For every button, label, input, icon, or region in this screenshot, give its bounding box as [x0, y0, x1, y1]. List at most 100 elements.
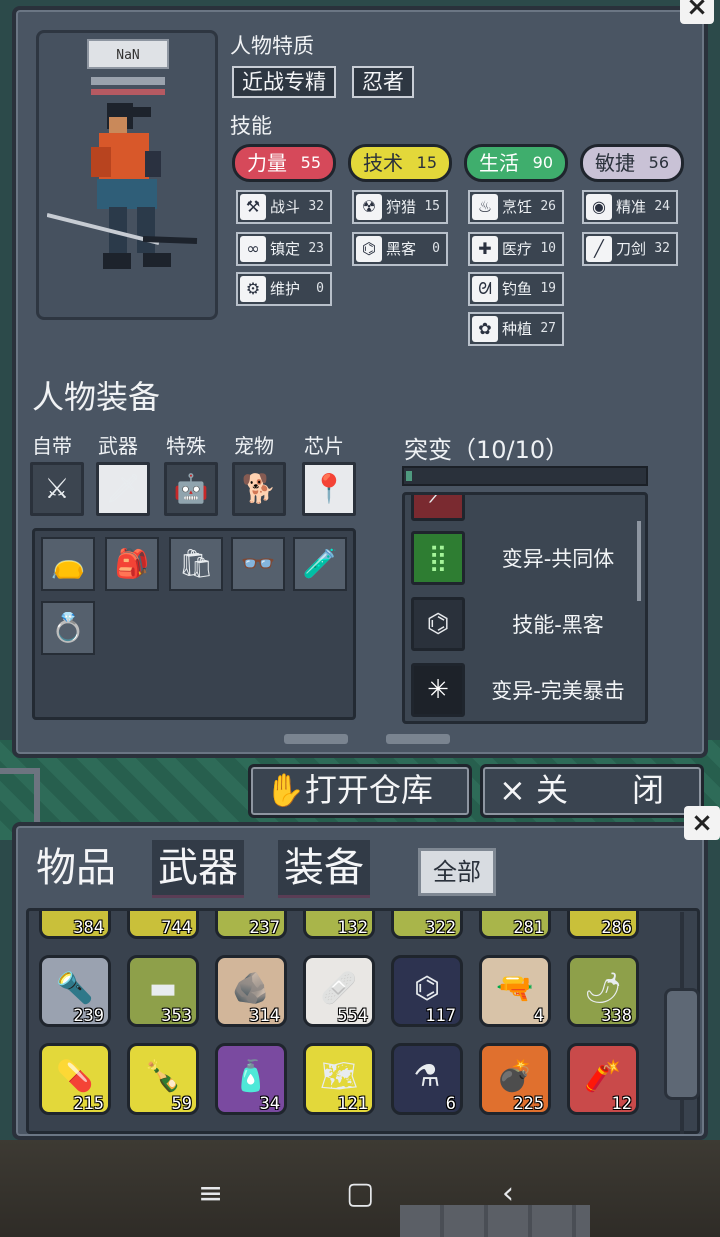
medkit-icon: 🩹	[320, 971, 358, 1006]
mutation-label: 变异-完美暴击	[491, 679, 625, 703]
skill-cooking[interactable]: ♨ 烹饪 26	[468, 190, 564, 224]
inventory-item[interactable]: 281	[479, 911, 551, 939]
item-quantity: 286	[601, 918, 632, 938]
item-quantity: 384	[73, 918, 104, 938]
inventory-item[interactable]: 💣 225	[479, 1043, 551, 1115]
inventory-item[interactable]: 286	[567, 911, 639, 939]
mutation-item[interactable]: ⌬ 技能-黑客	[411, 595, 637, 653]
skill-label: 钓鱼	[502, 280, 533, 298]
syringe-icon: 💊	[56, 1059, 94, 1094]
inventory-item[interactable]: 237	[215, 911, 287, 939]
inventory-item[interactable]: 🧨 12	[567, 1043, 639, 1115]
pot-icon: ♨	[472, 194, 498, 220]
inventory-close-icon[interactable]: ×	[684, 806, 720, 840]
item-quantity: 225	[513, 1094, 544, 1114]
skill-farming[interactable]: ✿ 种植 27	[468, 312, 564, 346]
mutation-item-partial[interactable]: ⟋	[411, 495, 637, 523]
skill-label: 镇定	[270, 240, 301, 258]
inventory-item[interactable]: 744	[127, 911, 199, 939]
inventory-item[interactable]: 🪨 314	[215, 955, 287, 1027]
mutation-label: 变异-共同体	[501, 547, 615, 571]
inventory-item[interactable]: 🌶 338	[567, 955, 639, 1027]
inventory-panel: 物品 武器 装备 全部 384 744 237 132 322 281 286 🔦 239 ▬ 3…	[12, 822, 708, 1140]
skill-hacking[interactable]: ⌬ 黑客 0	[352, 232, 448, 266]
item-quantity: 338	[601, 1006, 632, 1026]
item-quantity: 314	[249, 1006, 280, 1026]
slot-label-weapon: 武器	[98, 434, 138, 458]
slot-special[interactable]: 🤖	[164, 462, 218, 516]
close-icon[interactable]: ×	[680, 0, 714, 24]
inventory-item[interactable]: 🍾 59	[127, 1043, 199, 1115]
inventory-item[interactable]: 🔫 4	[479, 955, 551, 1027]
slot-weapon[interactable]: 🗡	[96, 462, 150, 516]
mutation-list[interactable]: ⟋ ⣿ 变异-共同体 ⌬ 技能-黑客 ✳ 变异-完美暴击	[402, 492, 648, 724]
inventory-item[interactable]: 🔦 239	[39, 955, 111, 1027]
stat-technique[interactable]: 技术 15	[348, 144, 452, 182]
pipe	[0, 768, 40, 828]
claws-icon: ⚔	[44, 472, 70, 505]
inventory-item[interactable]: 322	[391, 911, 463, 939]
inventory-item[interactable]: ▬ 353	[127, 955, 199, 1027]
skill-hunting[interactable]: ☢ 狩猎 15	[352, 190, 448, 224]
item-grid[interactable]: 384 744 237 132 322 281 286 🔦 239 ▬ 353 🪨 314 🩹 554 ⌬ 1…	[26, 908, 700, 1134]
item-quantity: 12	[611, 1094, 632, 1114]
mutation-scrollbar[interactable]	[637, 521, 641, 601]
menu-icon[interactable]: ≡	[198, 1176, 223, 1211]
robot-icon: 🤖	[173, 472, 209, 505]
tab-equipment[interactable]: 装备	[278, 840, 370, 898]
filter-all-button[interactable]: 全部	[418, 848, 496, 896]
open-storage-button[interactable]: ✋打开仓库	[248, 764, 472, 818]
baton-icon: 🔦	[56, 971, 94, 1006]
page-indicator-2[interactable]	[386, 734, 450, 744]
trait-melee[interactable]: 近战专精	[232, 66, 336, 98]
trait-ninja[interactable]: 忍者	[352, 66, 414, 98]
bag-slot[interactable]: 💍	[41, 601, 95, 655]
character-name[interactable]: NaN	[87, 39, 169, 69]
skill-maintenance[interactable]: ⚙ 维护 0	[236, 272, 332, 306]
slot-pet[interactable]: 🐕	[232, 462, 286, 516]
page-indicator-1[interactable]	[284, 734, 348, 744]
skill-value: 23	[308, 241, 324, 256]
stat-label: 技术	[363, 151, 403, 175]
bullets-icon: ▬	[148, 971, 178, 1006]
skill-combat[interactable]: ⚒ 战斗 32	[236, 190, 332, 224]
close-button[interactable]: × 关 闭	[480, 764, 704, 818]
skill-precision[interactable]: ◉ 精准 24	[582, 190, 678, 224]
bag-slot[interactable]: 👝	[41, 537, 95, 591]
skill-value: 32	[654, 241, 670, 256]
stat-agility[interactable]: 敏捷 56	[580, 144, 684, 182]
tab-weapons[interactable]: 武器	[152, 840, 244, 898]
inventory-item[interactable]: ⌬ 117	[391, 955, 463, 1027]
bag-slot[interactable]: 👓	[231, 537, 285, 591]
slot-chip[interactable]: 📍	[302, 462, 356, 516]
grenade-icon: 💣	[496, 1059, 534, 1094]
skill-blades[interactable]: ╱ 刀剑 32	[582, 232, 678, 266]
bag-slot[interactable]: 🛍	[169, 537, 223, 591]
tab-items[interactable]: 物品	[30, 840, 122, 898]
bag-slot[interactable]: 🎒	[105, 537, 159, 591]
home-icon[interactable]: ▢	[346, 1176, 374, 1211]
sword-icon: ╱	[586, 236, 612, 262]
bag-slot[interactable]: 🧪	[293, 537, 347, 591]
inventory-item[interactable]: ⚗ 6	[391, 1043, 463, 1115]
slot-builtin[interactable]: ⚔	[30, 462, 84, 516]
skill-composure[interactable]: ∞ 镇定 23	[236, 232, 332, 266]
item-quantity: 237	[249, 918, 280, 938]
goggles-icon: 👓	[240, 547, 276, 580]
inventory-item[interactable]: 🗺 121	[303, 1043, 375, 1115]
skill-medical[interactable]: ✚ 医疗 10	[468, 232, 564, 266]
inventory-item[interactable]: 🩹 554	[303, 955, 375, 1027]
inventory-item[interactable]: 💊 215	[39, 1043, 111, 1115]
item-quantity: 239	[73, 1006, 104, 1026]
mutation-item[interactable]: ✳ 变异-完美暴击	[411, 661, 637, 719]
back-icon[interactable]: ‹	[502, 1176, 514, 1211]
mutation-title: 突变（10/10）	[404, 436, 570, 464]
stat-life[interactable]: 生活 90	[464, 144, 568, 182]
inventory-item[interactable]: 🧴 34	[215, 1043, 287, 1115]
inventory-scroll-handle[interactable]	[664, 988, 700, 1100]
inventory-item[interactable]: 384	[39, 911, 111, 939]
inventory-item[interactable]: 132	[303, 911, 375, 939]
skill-fishing[interactable]: ᘛ 钓鱼 19	[468, 272, 564, 306]
stat-strength[interactable]: 力量 55	[232, 144, 336, 182]
mutation-item[interactable]: ⣿ 变异-共同体	[411, 529, 637, 587]
